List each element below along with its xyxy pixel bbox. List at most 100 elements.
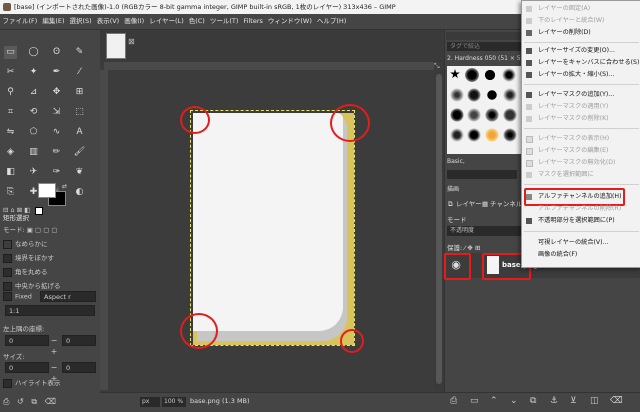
scrollbar-thumb[interactable] [436,74,442,384]
menu-item-add-layer-mask[interactable]: レイヤーマスクの追加(Y)... [522,89,640,101]
menu-select[interactable]: 選択(S) [67,14,94,29]
zoom-tool-icon[interactable]: ⚲ [4,86,17,99]
menu-item-anchor[interactable]: レイヤーの固定(A) [522,3,640,15]
foreground-select-tool-icon[interactable]: ✎ [73,46,86,59]
menu-item-mask-to-selection[interactable]: マスクを選択範囲に [522,169,640,181]
expand-center-row[interactable]: 中央から拡げる [3,280,61,291]
clone-tool-icon[interactable]: ⎘ [4,186,17,199]
bucket-fill-tool-icon[interactable]: ◈ [4,146,17,159]
fuzzy-select-tool-icon[interactable]: ✦ [27,66,40,79]
lower-layer-icon[interactable]: ⌄ [510,396,518,406]
menu-item-layer-boundary-size[interactable]: レイヤーサイズの変更(O)... [522,45,640,57]
menu-item-disable-layer-mask[interactable]: レイヤーマスクの無効化(D) [522,157,640,169]
new-group-icon[interactable]: ▭ [470,396,479,406]
menu-item-edit-layer-mask[interactable]: レイヤーマスクの編集(E) [522,145,640,157]
menu-item-flatten-image[interactable]: 画像の統合(F) [522,249,640,261]
paintbrush-tool-icon[interactable]: 🖌 [73,146,86,159]
brush-star[interactable] [450,69,460,79]
menu-item-remove-alpha-channel[interactable]: アルファチャンネルの削除(R) [522,203,640,215]
brush-item[interactable] [450,128,464,142]
menu-filters[interactable]: Filters [241,14,265,29]
text-tool-icon[interactable]: A [73,126,86,139]
expand-center-checkbox[interactable] [3,281,12,291]
menu-item-show-layer-mask[interactable]: レイヤーマスクの表示(H) [522,133,640,145]
brush-tag-filter[interactable]: タグで絞込 [447,42,524,51]
menu-view[interactable]: 表示(V) [94,14,122,29]
brush-grid[interactable] [447,66,523,154]
scissors-tool-icon[interactable]: ✂ [4,66,17,79]
brush-item[interactable] [503,108,517,122]
flip-tool-icon[interactable]: ⇋ [4,126,17,139]
position-y-input[interactable]: 0 [62,335,96,346]
gradient-tool-icon[interactable]: ▥ [27,146,40,159]
menu-item-layer-to-image-size[interactable]: レイヤーをキャンバスに合わせる(S) [522,57,640,69]
foreground-color-swatch[interactable] [38,183,56,198]
antialias-row[interactable]: なめらかに [3,238,48,249]
new-layer-icon[interactable]: ⎙ [450,396,457,406]
brush-spacing-slider[interactable] [447,170,517,179]
menu-help[interactable]: ヘルプ(H) [314,14,348,29]
scale-tool-icon[interactable]: ⇲ [50,106,63,119]
menu-item-alpha-to-selection[interactable]: 不透明部分を選択範囲に(P) [522,215,640,227]
menu-image[interactable]: 画像(I) [122,14,147,29]
channels-tab-icon[interactable]: ▦ [482,198,488,210]
highlight-row[interactable]: ハイライト表示 [3,377,60,388]
airbrush-tool-icon[interactable]: ✈ [27,166,40,179]
ink-tool-icon[interactable]: ✑ [50,166,63,179]
menu-item-delete-layer-mask[interactable]: レイヤーマスクの削除(K) [522,113,640,125]
brush-item[interactable] [467,88,481,102]
brush-item[interactable] [503,88,517,102]
rotate-tool-icon[interactable]: ⟲ [27,106,40,119]
image-tab-close-icon[interactable]: ⊠ [128,37,135,46]
feather-row[interactable]: 境界をぼかす [3,252,54,263]
rect-select-tool-icon[interactable]: ▭ [4,46,17,59]
menu-file[interactable]: ファイル(F) [0,14,40,29]
eraser-tool-icon[interactable]: ◧ [4,166,17,179]
mask-layer-icon[interactable]: ◫ [590,396,599,406]
tab-channels[interactable]: チャンネル [490,198,522,210]
brush-item[interactable] [467,128,481,142]
brush-item[interactable] [465,68,479,82]
antialias-checkbox[interactable] [3,239,12,249]
anchor-layer-icon[interactable]: ⚓ [550,396,558,406]
brush-item[interactable] [450,108,464,122]
menu-layer[interactable]: レイヤー(L) [147,14,187,29]
brush-item[interactable] [483,68,497,82]
navigate-icon[interactable]: ⤡ [434,62,444,72]
brush-item[interactable] [467,108,481,122]
move-tool-icon[interactable]: ✥ [50,86,63,99]
merge-layer-icon[interactable]: ⊻ [570,396,577,406]
rounded-row[interactable]: 角を丸める [3,266,48,277]
warp-tool-icon[interactable]: ∿ [50,126,63,139]
default-colors-icon[interactable] [35,207,43,215]
brush-item[interactable] [485,108,499,122]
tool-options-footer-icons[interactable]: ⎙ ↺ ⧉ ⌫ [3,397,99,407]
fixed-mode-select[interactable]: Aspect r [40,291,96,302]
menu-item-merge-down[interactable]: 下のレイヤーと統合(W) [522,15,640,27]
tab-layers[interactable]: レイヤー [456,198,482,210]
cage-tool-icon[interactable]: ⬠ [27,126,40,139]
layer-opacity-field[interactable]: 不透明度 [447,226,524,236]
raise-layer-icon[interactable]: ⌃ [490,396,498,406]
mode-buttons[interactable]: ▣ ▢ ▢ ▢ [27,226,58,234]
image-layer[interactable] [190,110,355,346]
unit-select[interactable]: px [140,397,160,407]
menu-colors[interactable]: 色(C) [186,14,207,29]
menu-item-scale-layer[interactable]: レイヤーの拡大・縮小(S)... [522,69,640,81]
position-x-stepper[interactable]: −+ [49,335,59,356]
measure-tool-icon[interactable]: ⊿ [27,86,40,99]
brush-item[interactable] [485,88,499,102]
feather-checkbox[interactable] [3,253,12,263]
size-w-input[interactable]: 0 [5,362,49,373]
menu-item-apply-layer-mask[interactable]: レイヤーマスクの適用(Y) [522,101,640,113]
brush-item[interactable] [502,68,516,82]
layers-tab-icon[interactable]: ⧉ [448,198,453,210]
menu-windows[interactable]: ウィンドウ(W) [265,14,314,29]
mypaint-brush-tool-icon[interactable]: ❦ [73,166,86,179]
menu-item-delete-layer[interactable]: レイヤーの削除(D) [522,27,640,39]
brush-item-orange[interactable] [485,128,499,142]
align-tool-icon[interactable]: ⊞ [73,86,86,99]
rounded-checkbox[interactable] [3,267,12,277]
position-x-input[interactable]: 0 [5,335,49,346]
perspective-tool-icon[interactable]: ⬚ [73,106,86,119]
